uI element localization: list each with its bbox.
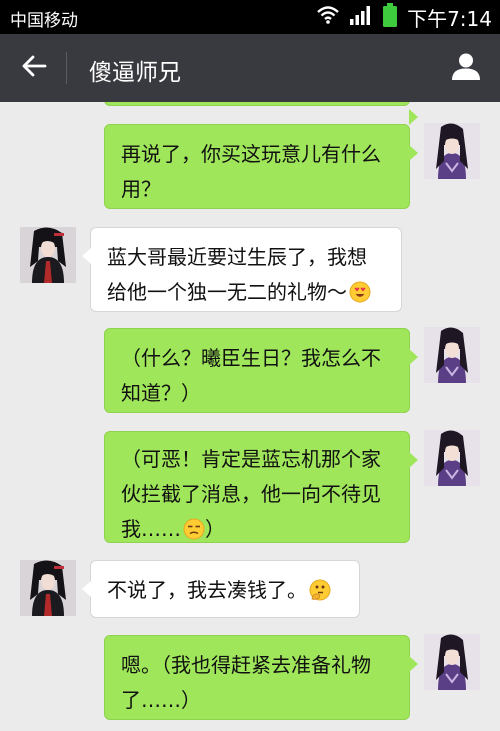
message-bubble-outgoing[interactable]: 再说了，你买这玩意儿有什么 用？ — [104, 124, 418, 209]
wifi-icon — [317, 6, 339, 28]
message-text-line: 嗯。（我也得赶紧去准备礼物 — [121, 653, 371, 677]
title-bar: 傻逼师兄 — [0, 34, 500, 102]
message-text: 不说了，我去凑钱了。 — [107, 578, 307, 602]
battery-icon — [383, 3, 398, 31]
message-text-line: （什么？曦臣生日？我怎么不 — [121, 346, 381, 370]
message-bubble-outgoing[interactable]: （什么？曦臣生日？我怎么不 知道？） — [104, 328, 418, 413]
title-divider — [66, 52, 67, 84]
signal-icon — [349, 4, 373, 30]
message-text-line: 再说了，你买这玩意儿有什么 — [121, 142, 381, 166]
message-text-line: 我…… ） — [121, 512, 393, 551]
back-button[interactable] — [14, 48, 54, 88]
message-bubble-incoming[interactable]: 蓝大哥最近要过生辰了，我想 给他一个独一无二的礼物～ — [82, 227, 402, 314]
message-bubble-outgoing[interactable]: 嗯。（我也得赶紧去准备礼物 了……） — [104, 635, 418, 720]
user-profile-icon — [451, 51, 481, 85]
message-bubble-incoming[interactable]: 不说了，我去凑钱了。 — [82, 560, 360, 618]
chat-area[interactable]: 再说了，你买这玩意儿有什么 用？ 蓝大哥最近要过生辰了，我想 给他一个独一无二的… — [0, 102, 500, 731]
message-text-line: 用？ — [121, 177, 161, 201]
message-text-line: 了……） — [121, 688, 201, 712]
back-arrow-icon — [21, 54, 47, 82]
message-text: 给他一个独一无二的礼物～ — [107, 280, 347, 304]
clock: 下午7:14 — [407, 6, 492, 31]
message-text-line: 蓝大哥最近要过生辰了，我想 — [107, 245, 367, 269]
message-text: 我…… — [121, 517, 181, 541]
contact-avatar[interactable] — [20, 227, 76, 283]
message-bubble-outgoing[interactable]: （可恶！肯定是蓝忘机那个家 伙拦截了消息，他一向不待见 我…… ） — [104, 431, 418, 543]
my-avatar[interactable] — [424, 634, 480, 690]
message-bubble-partial[interactable] — [104, 102, 418, 125]
chat-title: 傻逼师兄 — [89, 60, 181, 86]
my-avatar[interactable] — [424, 327, 480, 383]
message-text: ） — [205, 517, 225, 541]
message-text-line: 不说了，我去凑钱了。 — [107, 573, 343, 612]
message-text-line: 伙拦截了消息，他一向不待见 — [121, 482, 381, 506]
thinking-emoji — [309, 577, 331, 612]
message-text-line: （可恶！肯定是蓝忘机那个家 — [121, 447, 381, 471]
status-bar: 中国移动 下午7:14 — [0, 0, 500, 34]
message-text-line: 给他一个独一无二的礼物～ — [107, 275, 385, 314]
my-avatar[interactable] — [424, 430, 480, 486]
carrier-name: 中国移动 — [10, 11, 78, 31]
heart-eyes-emoji — [349, 279, 371, 314]
contact-avatar[interactable] — [20, 560, 76, 616]
unamused-emoji — [183, 516, 205, 551]
my-avatar[interactable] — [424, 123, 480, 179]
status-icons: 下午7:14 — [317, 3, 492, 31]
chat-info-button[interactable] — [446, 48, 486, 88]
message-text-line: 知道？） — [121, 381, 201, 405]
